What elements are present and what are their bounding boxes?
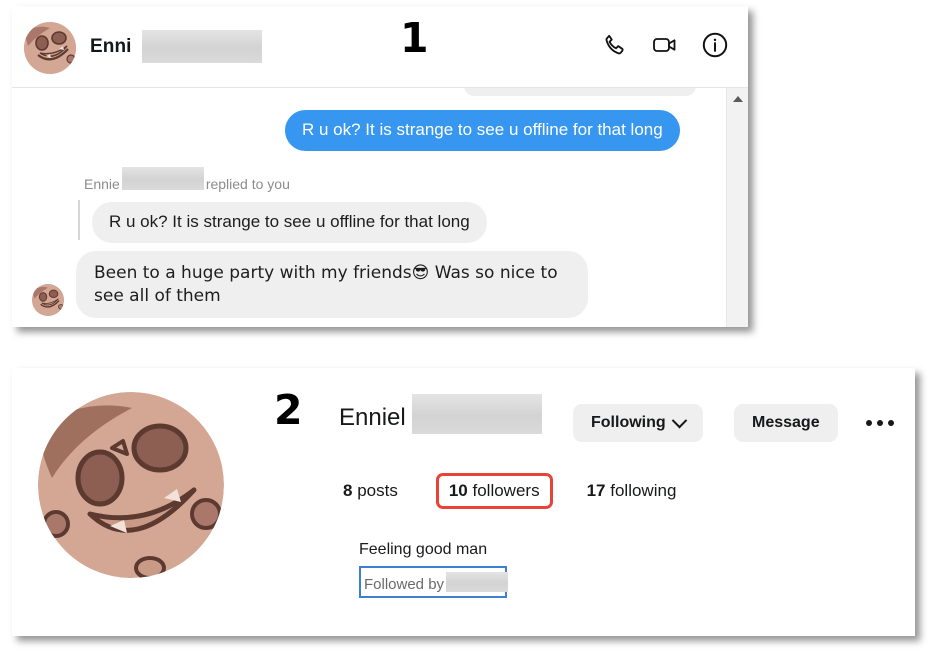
profile-avatar[interactable]	[38, 392, 224, 578]
triangle-up-icon[interactable]	[732, 96, 743, 102]
contact-avatar[interactable]	[24, 22, 76, 74]
message-sender-avatar	[32, 284, 64, 316]
followed-by-text[interactable]: Followed by	[364, 576, 444, 593]
video-camera-icon[interactable]	[650, 30, 680, 60]
stat-following-label: following	[610, 481, 677, 500]
ellipsis-dot	[877, 420, 883, 426]
redaction-block-followed-by	[446, 572, 508, 592]
profile-username: Enniel	[339, 404, 406, 431]
ellipsis-dot	[866, 420, 872, 426]
chat-window: Enni 1 R u ok? It is strange to see u of…	[12, 6, 748, 327]
chat-header-actions	[600, 30, 730, 60]
redaction-block-chat-name	[142, 30, 262, 63]
message-list[interactable]: R u ok? It is strange to see u offline f…	[12, 88, 748, 327]
redaction-block-reply-author	[122, 167, 204, 190]
ellipsis-dot	[888, 420, 894, 426]
phone-icon[interactable]	[600, 30, 630, 60]
ellipsis-icon[interactable]	[860, 404, 900, 442]
redaction-block-profile-username	[412, 394, 542, 434]
stat-following-count: 17	[586, 481, 606, 500]
chat-contact-name: Enni	[90, 36, 132, 57]
following-button-label: Following	[591, 414, 666, 431]
stat-posts[interactable]: 8 posts	[343, 481, 398, 501]
clipped-message-bubble	[464, 88, 696, 96]
profile-window: 2 Enniel Following Message 8 posts 10 fo…	[12, 368, 915, 636]
quoted-reply-indicator	[78, 200, 80, 240]
stat-posts-label: posts	[357, 481, 398, 500]
message-button[interactable]: Message	[734, 404, 838, 442]
chevron-down-icon	[671, 412, 687, 428]
info-circle-icon[interactable]	[700, 30, 730, 60]
stat-following[interactable]: 17 following	[587, 481, 677, 501]
profile-stats: 8 posts 10 followers 17 following	[343, 473, 676, 509]
message-scroll-area: R u ok? It is strange to see u offline f…	[12, 88, 712, 327]
stat-followers-label: followers	[472, 481, 540, 500]
stat-posts-count: 8	[343, 481, 353, 500]
following-button[interactable]: Following	[573, 404, 703, 442]
chat-scrollbar[interactable]	[726, 88, 748, 327]
outgoing-message-bubble[interactable]: R u ok? It is strange to see u offline f…	[285, 110, 680, 151]
annotation-step-2: 2	[274, 386, 303, 434]
chat-header: Enni 1	[12, 6, 748, 88]
profile-bio: Feeling good man	[359, 541, 488, 558]
stat-followers-count: 10	[448, 481, 468, 500]
stat-followers[interactable]: 10 followers	[435, 473, 553, 509]
incoming-message-bubble[interactable]: Been to a huge party with my friends😎 Wa…	[76, 251, 588, 319]
reply-meta-suffix: replied to you	[205, 176, 290, 192]
reply-author: Ennie	[84, 176, 120, 192]
annotation-step-1: 1	[400, 14, 429, 62]
quoted-message-bubble[interactable]: R u ok? It is strange to see u offline f…	[92, 202, 487, 243]
